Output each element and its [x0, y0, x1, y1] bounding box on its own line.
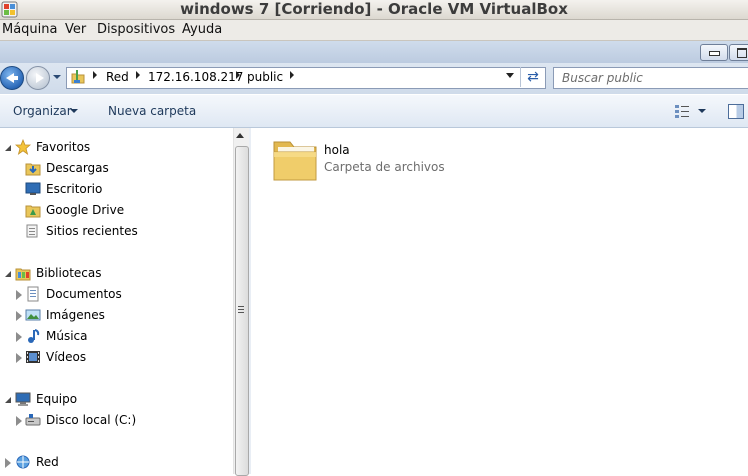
expand-arrow-icon[interactable]	[5, 145, 11, 151]
views-chevron-down-icon[interactable]	[698, 109, 706, 113]
documents-icon	[27, 286, 39, 302]
search-placeholder: Buscar public	[562, 71, 643, 85]
nav-libraries-pictures[interactable]: Imágenes	[46, 305, 105, 325]
nav-favorites[interactable]: Favoritos	[36, 137, 90, 157]
organize-button[interactable]: Organizar	[13, 95, 72, 127]
recent-pages-chevron-icon[interactable]	[52, 70, 62, 84]
videos-icon	[26, 351, 40, 363]
search-input[interactable]: Buscar public	[553, 67, 748, 89]
forward-button[interactable]	[26, 66, 50, 90]
breadcrumb-host[interactable]: 172.16.108.217	[148, 67, 243, 87]
new-folder-button[interactable]: Nueva carpeta	[108, 95, 196, 127]
vbox-menubar: Máquina Ver Dispositivos Ayuda	[0, 20, 748, 41]
item-type: Carpeta de archivos	[324, 160, 445, 174]
nav-favorites-google-drive[interactable]: Google Drive	[46, 200, 124, 220]
scrollbar-grip-icon	[238, 306, 244, 313]
menu-dispositivos[interactable]: Dispositivos	[97, 20, 175, 40]
vbox-titlebar: windows 7 [Corriendo] - Oracle VM Virtua…	[0, 0, 748, 20]
organize-chevron-down-icon[interactable]	[70, 109, 78, 113]
nav-network[interactable]: Red	[36, 452, 59, 472]
star-icon	[15, 139, 31, 155]
recent-places-icon	[26, 224, 38, 238]
google-drive-folder-icon	[25, 205, 41, 218]
pane-splitter[interactable]	[249, 128, 251, 474]
nav-libraries-documents[interactable]: Documentos	[46, 284, 122, 304]
collapsed-arrow-icon[interactable]	[16, 290, 22, 300]
explorer-titlebar	[0, 41, 748, 63]
item-name[interactable]: hola	[324, 143, 350, 157]
vbox-window-title: windows 7 [Corriendo] - Oracle VM Virtua…	[180, 0, 568, 18]
breadcrumb-chevron-icon[interactable]	[236, 71, 240, 79]
network-folder-icon	[71, 70, 85, 84]
breadcrumb-chevron-icon[interactable]	[290, 71, 294, 79]
nav-favorites-downloads[interactable]: Descargas	[46, 158, 109, 178]
preview-pane-icon[interactable]	[728, 104, 744, 119]
nav-libraries[interactable]: Bibliotecas	[36, 263, 101, 283]
nav-favorites-recent[interactable]: Sitios recientes	[46, 221, 138, 241]
menu-ver[interactable]: Ver	[65, 20, 86, 40]
maximize-button[interactable]	[729, 44, 748, 61]
hard-disk-icon	[25, 414, 41, 426]
pictures-icon	[25, 309, 41, 321]
nav-favorites-desktop[interactable]: Escritorio	[46, 179, 102, 199]
collapsed-arrow-icon[interactable]	[5, 458, 11, 468]
collapsed-arrow-icon[interactable]	[16, 416, 22, 426]
breadcrumb-chevron-icon[interactable]	[136, 71, 140, 79]
back-button[interactable]	[0, 66, 24, 90]
folder-icon[interactable]	[270, 136, 322, 186]
nav-libraries-music[interactable]: Música	[46, 326, 88, 346]
desktop-icon	[25, 182, 41, 195]
minimize-button[interactable]	[700, 44, 728, 61]
collapsed-arrow-icon[interactable]	[16, 311, 22, 321]
breadcrumb-chevron-icon[interactable]	[93, 71, 97, 79]
menu-maquina[interactable]: Máquina	[2, 20, 58, 40]
address-history-dropdown-icon[interactable]	[506, 73, 514, 78]
scroll-up-arrow-icon[interactable]	[236, 133, 244, 138]
refresh-icon[interactable]: ⇄	[520, 67, 545, 87]
nav-libraries-videos[interactable]: Vídeos	[46, 347, 86, 367]
libraries-icon	[15, 268, 31, 281]
network-icon	[16, 455, 30, 469]
collapsed-arrow-icon[interactable]	[16, 353, 22, 363]
expand-arrow-icon[interactable]	[5, 271, 11, 277]
downloads-folder-icon	[25, 163, 41, 176]
collapsed-arrow-icon[interactable]	[16, 332, 22, 342]
nav-computer-local-disk[interactable]: Disco local (C:)	[46, 410, 136, 430]
change-view-icon[interactable]	[674, 103, 690, 119]
music-icon	[28, 329, 40, 343]
computer-icon	[15, 392, 31, 406]
expand-arrow-icon[interactable]	[5, 397, 11, 403]
breadcrumb-red[interactable]: Red	[106, 67, 129, 87]
nav-computer[interactable]: Equipo	[36, 389, 77, 409]
menu-ayuda[interactable]: Ayuda	[182, 20, 222, 40]
breadcrumb-public[interactable]: public	[247, 67, 283, 87]
